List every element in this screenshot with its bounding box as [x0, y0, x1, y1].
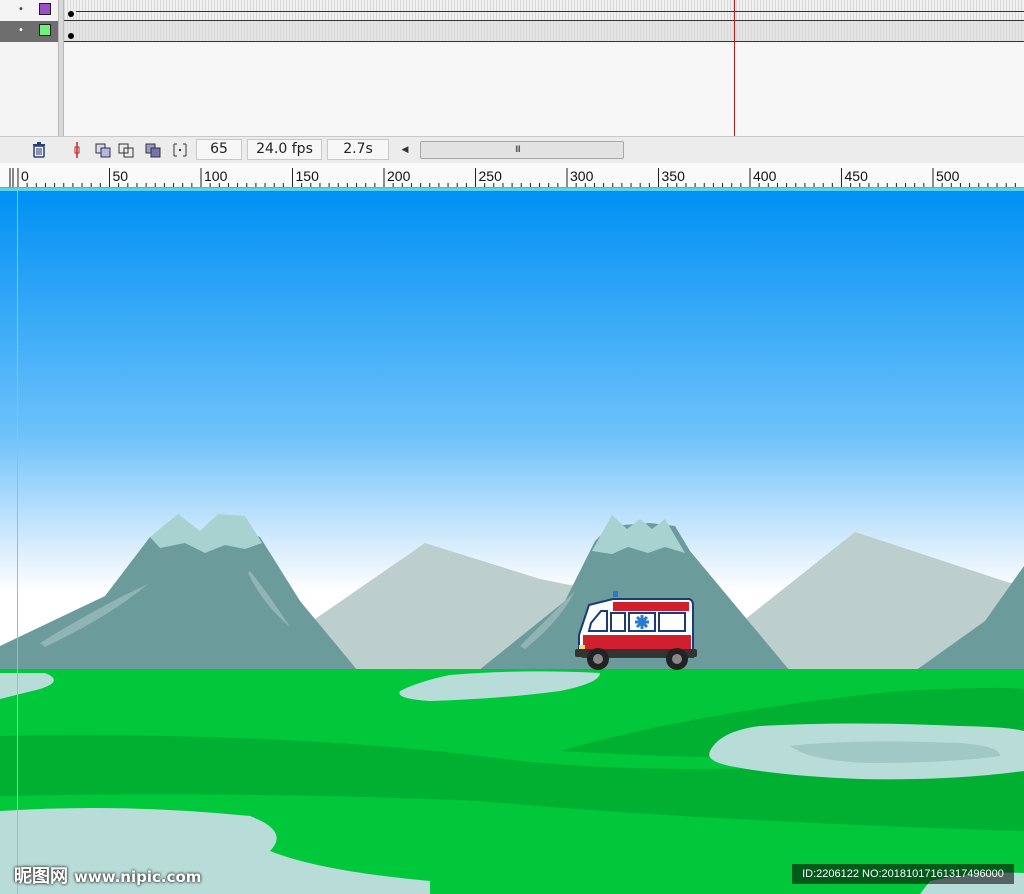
scroll-thumb[interactable]: III [420, 141, 624, 159]
ruler-tick-label: 450 [845, 168, 869, 184]
stage-scene [0, 191, 1024, 894]
frames-row-1[interactable] [64, 0, 1024, 21]
scroll-thumb-grip: III [515, 145, 521, 155]
modify-onion-markers-icon[interactable] [171, 141, 189, 159]
ruler-tick-label: 500 [936, 168, 960, 184]
ruler-tick-label: 250 [479, 168, 503, 184]
trash-icon[interactable] [30, 141, 48, 159]
ruler-tick-label: 0 [21, 168, 29, 184]
watermark-image-id: ID:2206122 NO:20181017161317496000 [792, 864, 1014, 884]
layer-color-swatch[interactable] [39, 3, 51, 15]
keyframe-marker[interactable] [68, 11, 74, 17]
timeline-panel: • • 65 24.0 fps 2.7s ◀ III [0, 0, 1024, 163]
stage-canvas[interactable] [0, 191, 1024, 894]
frames-row-2[interactable] [64, 21, 1024, 42]
playhead[interactable] [734, 0, 735, 136]
visibility-dot[interactable]: • [17, 26, 25, 36]
onion-skin-outlines-icon[interactable] [117, 141, 135, 159]
ruler-tick-label: 400 [753, 168, 777, 184]
center-frame-icon[interactable] [68, 141, 86, 159]
vertical-guide-line[interactable] [17, 191, 18, 894]
ruler-tick-label: 150 [296, 168, 320, 184]
frames-empty-area[interactable] [64, 43, 1024, 136]
layer-color-swatch[interactable] [39, 24, 51, 36]
timeline-horizontal-scrollbar[interactable]: ◀ III [396, 141, 626, 159]
watermark-site-name: 昵图网 [14, 866, 68, 887]
timeline-toolbar: 65 24.0 fps 2.7s ◀ III [0, 136, 1024, 163]
layer-row-1[interactable]: • [0, 0, 58, 21]
ruler-tick-label: 200 [387, 168, 411, 184]
motion-tween-line [76, 11, 1024, 12]
ruler-ticks: 0 50 100 150 200 250 300 350 400 450 500 [9, 168, 1016, 187]
visibility-dot[interactable]: • [17, 5, 25, 15]
row-divider [64, 41, 1024, 42]
ruler-tick-label: 50 [113, 168, 129, 184]
watermark-site-url: www.nipic.com [74, 868, 202, 886]
keyframe-marker[interactable] [68, 33, 74, 39]
ruler-tick-label: 350 [662, 168, 686, 184]
horizontal-ruler[interactable]: 0 50 100 150 200 250 300 350 400 450 500 [0, 163, 1024, 188]
scroll-left-arrow-icon[interactable]: ◀ [396, 141, 414, 159]
ruler-tick-label: 100 [204, 168, 228, 184]
edit-multiple-frames-icon[interactable] [144, 141, 162, 159]
current-frame-field[interactable]: 65 [196, 139, 242, 160]
layer-row-2-selected[interactable]: • [0, 21, 58, 42]
frame-rate-field[interactable]: 24.0 fps [247, 139, 322, 160]
watermark-left: 昵图网 www.nipic.com [14, 862, 201, 888]
ruler-tick-label: 300 [570, 168, 594, 184]
elapsed-time-field: 2.7s [327, 139, 389, 160]
onion-skin-icon[interactable] [94, 141, 112, 159]
